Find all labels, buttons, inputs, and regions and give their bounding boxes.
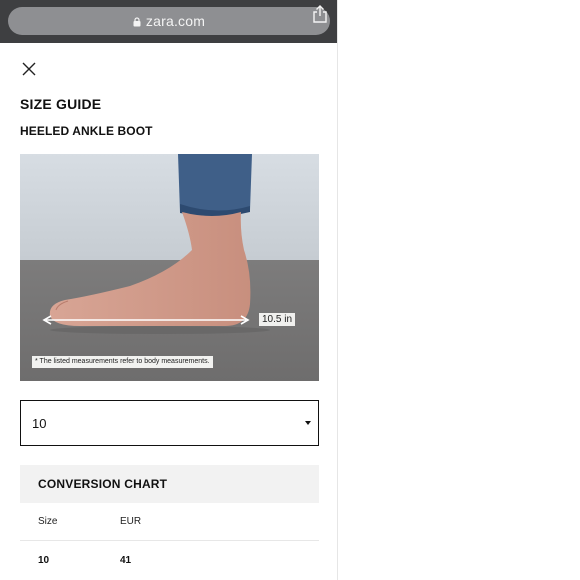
measurement-note: * The listed measurements refer to body … bbox=[32, 356, 213, 368]
url-bar[interactable]: zara.com bbox=[8, 7, 330, 35]
column-header-size: Size bbox=[38, 516, 58, 527]
measurement-label: 10.5 in bbox=[259, 313, 296, 326]
cell-eur: 41 bbox=[120, 555, 132, 566]
conversion-chart-title: CONVERSION CHART bbox=[38, 477, 168, 491]
cell-size: 10 bbox=[38, 555, 50, 566]
column-header-eur: EUR bbox=[120, 516, 142, 527]
share-icon[interactable] bbox=[312, 5, 328, 23]
table-header: Size EUR bbox=[20, 503, 319, 541]
page-title: SIZE GUIDE bbox=[20, 96, 102, 112]
browser-bar: zara.com bbox=[0, 0, 337, 43]
table-row: 10 41 bbox=[20, 541, 319, 580]
close-icon[interactable] bbox=[18, 58, 40, 80]
lock-icon bbox=[133, 17, 141, 27]
phone-screen: zara.com SIZE GUIDE HEELED ANKLE BOOT 10… bbox=[0, 0, 338, 580]
conversion-chart-header: CONVERSION CHART bbox=[20, 465, 319, 503]
chevron-down-icon bbox=[305, 421, 311, 425]
product-name: HEELED ANKLE BOOT bbox=[20, 124, 153, 138]
size-select[interactable]: 10 bbox=[20, 400, 319, 446]
selected-size: 10 bbox=[32, 415, 47, 431]
foot-measurement-image bbox=[20, 154, 319, 381]
url-text: zara.com bbox=[145, 13, 206, 29]
